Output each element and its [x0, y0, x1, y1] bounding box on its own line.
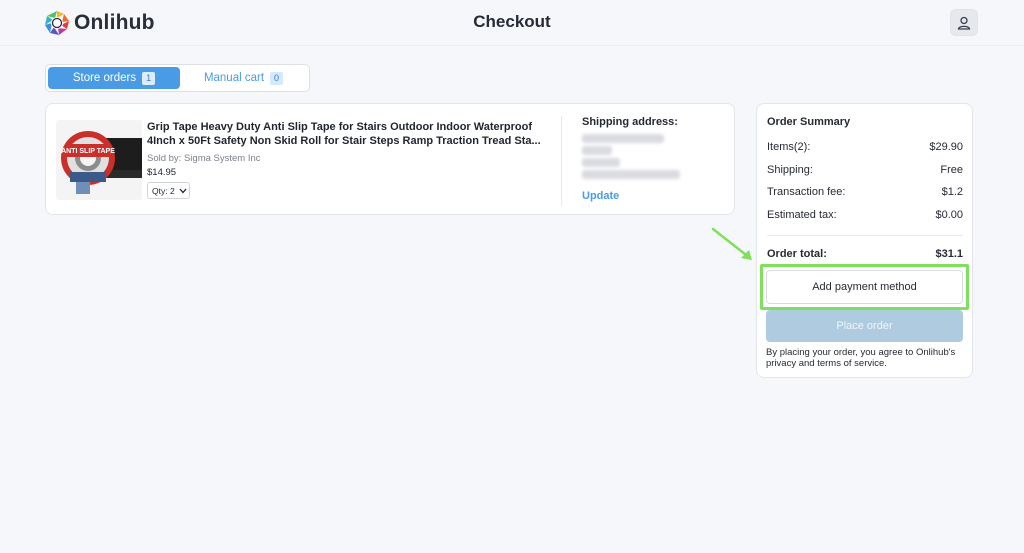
update-address-link[interactable]: Update	[582, 190, 619, 202]
order-total-label: Order total:	[767, 248, 827, 260]
tab-count-badge: 0	[270, 71, 284, 85]
summary-label: Shipping:	[767, 164, 813, 176]
terms-text: By placing your order, you agree to Onli…	[766, 347, 956, 369]
tab-label: Store orders	[72, 72, 137, 84]
section-divider	[561, 116, 562, 206]
tab-manual-cart[interactable]: Manual cart 0	[180, 67, 307, 89]
tape-roll-image: ANTI SLIP TAPE	[56, 120, 142, 200]
summary-label: Transaction fee:	[767, 186, 846, 198]
seller-name: Sold by: Sigma System Inc	[147, 153, 261, 164]
app-header: Onlihub Checkout	[0, 0, 1024, 46]
tab-count-badge: 1	[142, 71, 156, 85]
profile-button[interactable]	[950, 9, 978, 36]
summary-value: $29.90	[929, 141, 963, 153]
summary-label: Items(2):	[767, 141, 811, 153]
place-order-button[interactable]: Place order	[766, 310, 963, 342]
order-tabs: Store orders 1 Manual cart 0	[45, 64, 310, 92]
page-title: Checkout	[473, 12, 551, 31]
summary-row-shipping: Shipping: Free	[767, 164, 963, 176]
cart-item-card: ANTI SLIP TAPE Grip Tape Heavy Duty Anti…	[45, 103, 735, 215]
tab-label: Manual cart	[203, 72, 265, 84]
summary-row-total: Order total: $31.1	[767, 248, 963, 260]
shipping-address-title: Shipping address:	[582, 116, 678, 128]
tab-store-orders[interactable]: Store orders 1	[48, 67, 180, 89]
product-image-text: ANTI SLIP TAPE	[61, 148, 115, 155]
summary-divider	[767, 235, 963, 236]
order-total-value: $31.1	[935, 248, 963, 260]
summary-row-items: Items(2): $29.90	[767, 141, 963, 153]
product-image[interactable]: ANTI SLIP TAPE	[56, 120, 142, 200]
summary-label: Estimated tax:	[767, 209, 837, 221]
quantity-value: Qty: 2	[152, 185, 175, 196]
summary-value: Free	[940, 164, 963, 176]
shipping-address-redacted	[582, 134, 682, 182]
order-summary-title: Order Summary	[767, 116, 851, 128]
product-title[interactable]: Grip Tape Heavy Duty Anti Slip Tape for …	[147, 120, 547, 148]
chevron-down-icon	[179, 188, 187, 193]
quantity-select[interactable]: Qty: 2	[147, 182, 190, 199]
summary-row-transaction-fee: Transaction fee: $1.2	[767, 186, 963, 198]
product-price: $14.95	[147, 167, 177, 178]
summary-row-estimated-tax: Estimated tax: $0.00	[767, 209, 963, 221]
user-icon	[957, 16, 971, 30]
add-payment-method-button[interactable]: Add payment method	[766, 270, 963, 304]
annotation-arrow-icon	[711, 227, 752, 260]
summary-value: $0.00	[935, 209, 963, 221]
summary-value: $1.2	[941, 186, 963, 198]
